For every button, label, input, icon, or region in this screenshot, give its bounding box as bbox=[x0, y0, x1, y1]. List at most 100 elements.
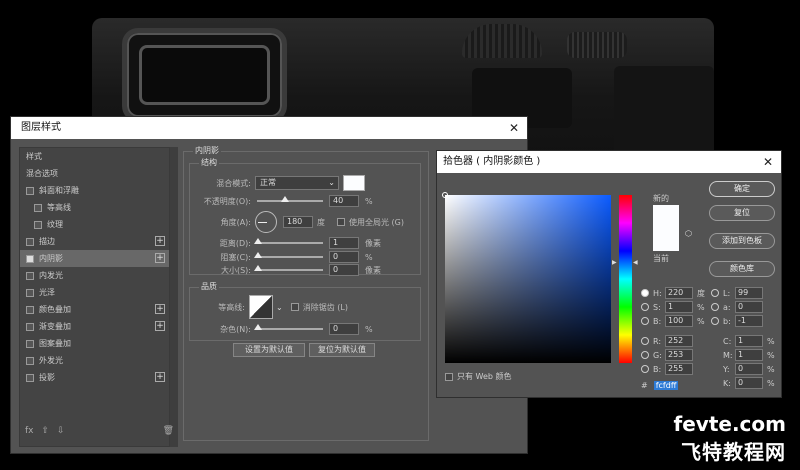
lab-field[interactable]: 0 bbox=[735, 301, 763, 313]
lab-label: b: bbox=[723, 316, 731, 326]
opacity-slider-handle[interactable] bbox=[281, 196, 289, 202]
rgb-field[interactable]: 252 bbox=[665, 335, 693, 347]
style-list-scrollbar[interactable] bbox=[170, 147, 178, 447]
color-field-marker[interactable] bbox=[442, 192, 448, 198]
size-slider-handle[interactable] bbox=[254, 265, 262, 271]
hex-field[interactable]: fcfdff bbox=[653, 381, 679, 390]
rgb-field[interactable]: 255 bbox=[665, 363, 693, 375]
lab-radio[interactable] bbox=[711, 289, 719, 297]
cube-icon[interactable]: ⬡ bbox=[685, 229, 692, 238]
add-style-instance-icon[interactable]: + bbox=[155, 372, 165, 382]
style-checkbox[interactable] bbox=[26, 288, 34, 297]
lab-radio[interactable] bbox=[711, 303, 719, 311]
style-checkbox[interactable] bbox=[34, 203, 42, 212]
choke-slider-handle[interactable] bbox=[254, 252, 262, 258]
style-list-item[interactable]: 等高线 bbox=[20, 199, 169, 216]
add-to-swatches-button[interactable]: 添加到色板 bbox=[709, 233, 775, 249]
opacity-field[interactable]: 40 bbox=[329, 195, 359, 207]
antialias-checkbox[interactable] bbox=[290, 303, 299, 311]
ok-button[interactable]: 确定 bbox=[709, 181, 775, 197]
noise-slider[interactable] bbox=[254, 324, 323, 330]
reset-button[interactable]: 复位 bbox=[709, 205, 775, 221]
hue-slider-left-arrow-icon[interactable]: ▶ bbox=[612, 259, 617, 266]
distance-slider[interactable] bbox=[254, 238, 323, 244]
style-list-item[interactable]: 光泽 bbox=[20, 284, 169, 301]
add-style-instance-icon[interactable]: + bbox=[155, 304, 165, 314]
style-list-item[interactable]: 混合选项 bbox=[20, 165, 169, 182]
choke-slider[interactable] bbox=[254, 252, 323, 258]
hsb-radio[interactable] bbox=[641, 303, 649, 311]
style-list-item[interactable]: 纹理 bbox=[20, 216, 169, 233]
style-list-item[interactable]: 内阴影 + bbox=[20, 250, 169, 267]
current-color-swatch[interactable] bbox=[653, 239, 679, 251]
rgb-radio[interactable] bbox=[641, 365, 649, 373]
rgb-radio[interactable] bbox=[641, 351, 649, 359]
lab-field[interactable]: -1 bbox=[735, 315, 763, 327]
web-only-checkbox[interactable] bbox=[445, 372, 453, 381]
reset-default-button[interactable]: 复位为默认值 bbox=[309, 343, 375, 357]
hsb-field[interactable]: 100 bbox=[665, 315, 693, 327]
set-default-button[interactable]: 设置为默认值 bbox=[233, 343, 305, 357]
lab-radio[interactable] bbox=[711, 317, 719, 325]
size-slider[interactable] bbox=[254, 265, 323, 271]
color-field[interactable] bbox=[442, 192, 611, 363]
rgb-radio[interactable] bbox=[641, 337, 649, 345]
angle-dial[interactable] bbox=[255, 211, 277, 233]
hue-slider-right-arrow-icon[interactable]: ◀ bbox=[633, 259, 638, 266]
style-checkbox[interactable] bbox=[26, 356, 34, 365]
add-style-instance-icon[interactable]: + bbox=[155, 321, 165, 331]
move-down-icon[interactable]: ⇩ bbox=[57, 426, 65, 436]
style-list-item[interactable]: 渐变叠加 + bbox=[20, 318, 169, 335]
style-list-item[interactable]: 描边 + bbox=[20, 233, 169, 250]
color-picker-titlebar: 拾色器 ( 内阴影颜色 ) ✕ bbox=[437, 151, 781, 173]
style-checkbox[interactable] bbox=[26, 305, 34, 314]
chevron-down-icon[interactable]: ⌄ bbox=[276, 303, 283, 312]
noise-slider-handle[interactable] bbox=[254, 324, 262, 330]
style-list-item[interactable]: 内发光 bbox=[20, 267, 169, 284]
style-list-item[interactable]: 图案叠加 bbox=[20, 335, 169, 352]
rgb-field[interactable]: 253 bbox=[665, 349, 693, 361]
style-list-item[interactable]: 斜面和浮雕 bbox=[20, 182, 169, 199]
style-list-item[interactable]: 投影 + bbox=[20, 369, 169, 386]
style-checkbox[interactable] bbox=[26, 322, 34, 331]
distance-slider-handle[interactable] bbox=[254, 238, 262, 244]
global-light-checkbox[interactable] bbox=[337, 218, 345, 226]
angle-field[interactable]: 180 bbox=[283, 216, 313, 228]
style-checkbox[interactable] bbox=[26, 373, 34, 382]
add-style-instance-icon[interactable]: + bbox=[155, 236, 165, 246]
style-checkbox[interactable] bbox=[26, 339, 34, 348]
style-list-item[interactable]: 颜色叠加 + bbox=[20, 301, 169, 318]
cmyk-field[interactable]: 0 bbox=[735, 377, 763, 389]
opacity-slider[interactable] bbox=[257, 196, 323, 202]
distance-field[interactable]: 1 bbox=[329, 237, 359, 249]
trash-icon[interactable]: 🗑 bbox=[163, 426, 174, 436]
color-libraries-button[interactable]: 颜色库 bbox=[709, 261, 775, 277]
add-style-instance-icon[interactable]: + bbox=[155, 253, 165, 263]
fx-icon[interactable]: fx bbox=[25, 426, 34, 436]
style-checkbox[interactable] bbox=[26, 254, 34, 263]
choke-field[interactable]: 0 bbox=[329, 251, 359, 263]
shadow-color-swatch[interactable] bbox=[343, 175, 365, 191]
lab-field[interactable]: 99 bbox=[735, 287, 763, 299]
hsb-radio[interactable] bbox=[641, 289, 649, 297]
style-checkbox[interactable] bbox=[26, 271, 34, 280]
contour-preview[interactable] bbox=[249, 295, 273, 319]
cmyk-field[interactable]: 1 bbox=[735, 335, 763, 347]
cmyk-field[interactable]: 1 bbox=[735, 349, 763, 361]
hsb-field[interactable]: 1 bbox=[665, 301, 693, 313]
style-checkbox[interactable] bbox=[34, 220, 42, 229]
style-checkbox[interactable] bbox=[26, 186, 34, 195]
move-up-icon[interactable]: ⇧ bbox=[42, 426, 50, 436]
hsb-radio[interactable] bbox=[641, 317, 649, 325]
close-icon[interactable]: ✕ bbox=[509, 117, 519, 139]
style-list-item[interactable]: 外发光 bbox=[20, 352, 169, 369]
style-checkbox[interactable] bbox=[26, 237, 34, 246]
close-icon[interactable]: ✕ bbox=[763, 151, 773, 173]
hsb-field[interactable]: 220 bbox=[665, 287, 693, 299]
style-list-item[interactable]: 样式 bbox=[20, 148, 169, 165]
cmyk-field[interactable]: 0 bbox=[735, 363, 763, 375]
blend-mode-select[interactable]: 正常 ⌄ bbox=[255, 176, 339, 190]
hue-slider[interactable] bbox=[619, 195, 632, 363]
noise-field[interactable]: 0 bbox=[329, 323, 359, 335]
size-field[interactable]: 0 bbox=[329, 264, 359, 276]
